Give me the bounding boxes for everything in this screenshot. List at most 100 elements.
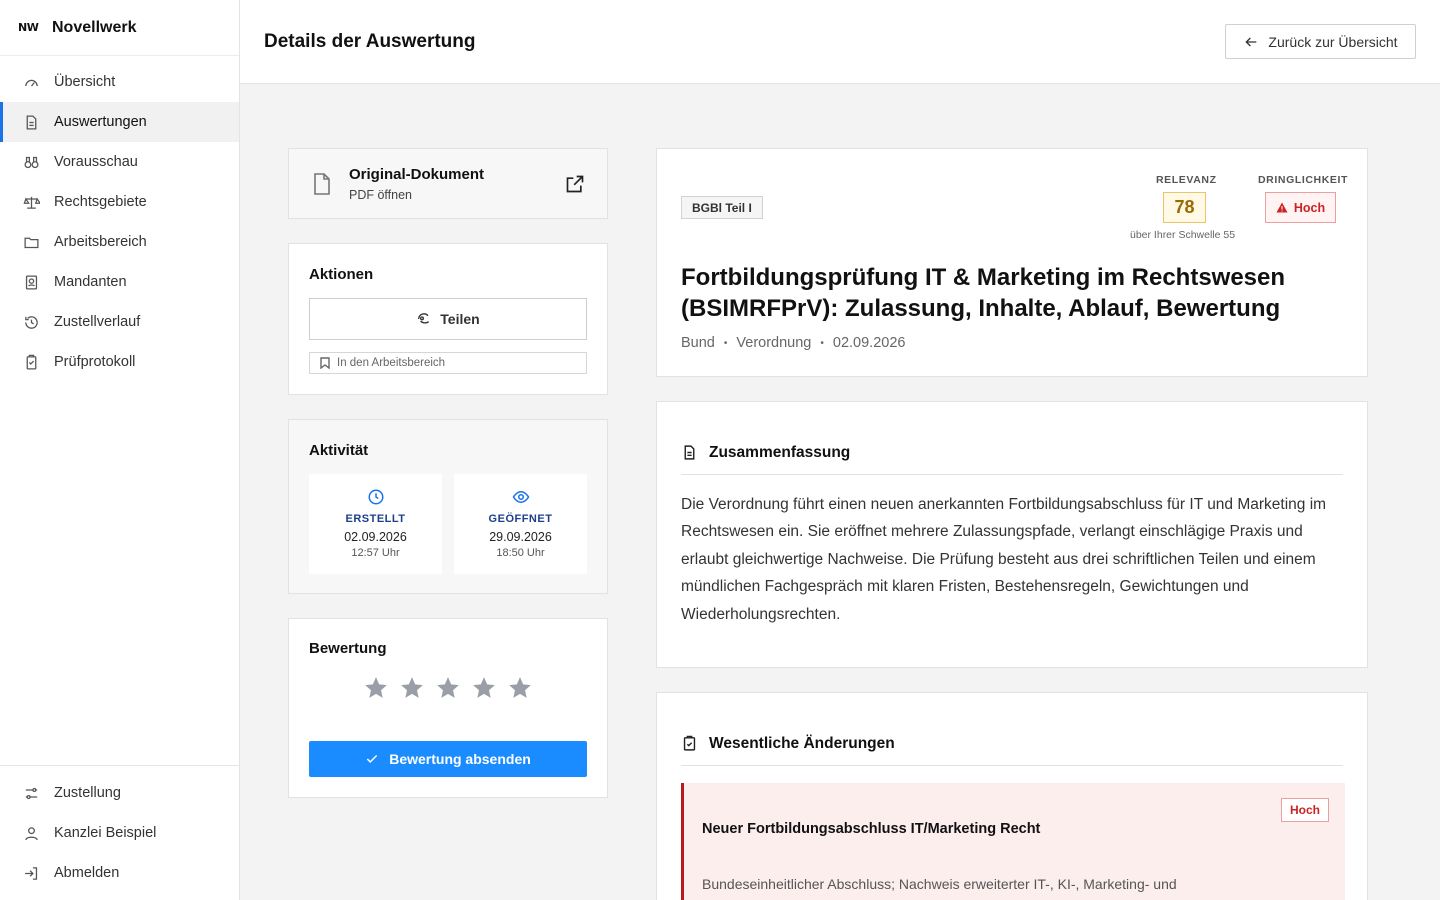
sidebar: NW Novellwerk Übersicht Auswertungen Vor… <box>0 0 240 900</box>
sidebar-item-uebersicht[interactable]: Übersicht <box>0 62 239 102</box>
sidebar-item-arbeitsbereich[interactable]: Arbeitsbereich <box>0 222 239 262</box>
star-rating <box>363 675 543 701</box>
sidebar-nav: Übersicht Auswertungen Vorausschau Recht… <box>0 56 239 382</box>
star-icon-5[interactable] <box>507 675 533 701</box>
created-date: 02.09.2026 <box>344 530 407 544</box>
page-title: Details der Auswertung <box>264 31 476 52</box>
page-header: Details der Auswertung Zurück zur Übersi… <box>240 0 1440 84</box>
sidebar-item-mandanten[interactable]: Mandanten <box>0 262 239 302</box>
brand-logo: NW <box>18 21 39 34</box>
share-button[interactable]: Teilen <box>309 298 587 340</box>
eye-icon <box>454 488 587 506</box>
arrow-left-icon <box>1243 34 1259 50</box>
change-text: Bundeseinheitlicher Abschluss; Nachweis … <box>702 876 1177 892</box>
activity-created: ERSTELLT 02.09.2026 12:57 Uhr <box>309 474 442 574</box>
urgency-badge: Hoch <box>1265 192 1336 223</box>
star-icon-3[interactable] <box>435 675 461 701</box>
bookmark-icon <box>320 357 330 369</box>
sidebar-item-zustellverlauf[interactable]: Zustellverlauf <box>0 302 239 342</box>
summary-text: Die Verordnung führt einen neuen anerkan… <box>681 496 1327 623</box>
brand[interactable]: NW Novellwerk <box>0 0 239 56</box>
document-subtitle: PDF öffnen <box>349 188 413 202</box>
contact-icon <box>22 273 40 291</box>
sidebar-bottom: Zustellung Kanzlei Beispiel Abmelden <box>0 765 239 900</box>
sidebar-item-label: Prüfprotokoll <box>54 354 136 370</box>
submit-rating-button[interactable]: Bewertung absenden <box>309 741 587 777</box>
star-icon-2[interactable] <box>399 675 425 701</box>
urgency-value: Hoch <box>1293 200 1326 215</box>
sidebar-item-label: Kanzlei Beispiel <box>54 825 157 841</box>
original-document-card[interactable]: Original-Dokument PDF öffnen <box>288 148 608 219</box>
sidebar-item-label: Rechtsgebiete <box>54 194 147 210</box>
sidebar-item-abmelden[interactable]: Abmelden <box>0 853 239 893</box>
summary-card: Zusammenfassung Die Verordnung führt ein… <box>656 401 1368 668</box>
sidebar-item-label: Übersicht <box>54 74 116 90</box>
warning-icon <box>1276 202 1288 213</box>
clipboard-check-icon <box>681 734 698 753</box>
sidebar-item-auswertungen[interactable]: Auswertungen <box>0 102 239 142</box>
meta-separator: • <box>723 337 728 349</box>
gauge-icon <box>22 73 40 91</box>
change-priority-badge: Hoch <box>1281 798 1329 822</box>
urgency-label: DRINGLICHKEIT <box>1258 174 1349 186</box>
actions-title: Aktionen <box>309 266 374 283</box>
relevance-note: über Ihrer Schwelle 55 <box>1130 229 1236 241</box>
created-time: 12:57 Uhr <box>351 547 400 559</box>
clock-icon <box>309 488 442 506</box>
document-icon <box>22 113 40 131</box>
share-button-label: Teilen <box>440 311 480 327</box>
share-icon <box>416 311 432 327</box>
sidebar-item-vorausschau[interactable]: Vorausschau <box>0 142 239 182</box>
opened-label: GEÖFFNET <box>488 513 553 525</box>
user-icon <box>22 824 40 842</box>
created-label: ERSTELLT <box>345 513 406 525</box>
binoculars-icon <box>22 153 40 171</box>
sidebar-item-kanzlei[interactable]: Kanzlei Beispiel <box>0 813 239 853</box>
document-title: Original-Dokument <box>349 166 485 183</box>
sidebar-item-label: Zustellverlauf <box>54 314 141 330</box>
sidebar-item-zustellung[interactable]: Zustellung <box>0 773 239 813</box>
submit-rating-label: Bewertung absenden <box>389 751 531 767</box>
meta-type: Verordnung <box>736 335 812 351</box>
file-icon <box>313 173 331 200</box>
evaluation-meta: Bund • Verordnung • 02.09.2026 <box>681 335 905 351</box>
external-link-icon[interactable] <box>565 174 585 199</box>
sidebar-item-pruefprotokoll[interactable]: Prüfprotokoll <box>0 342 239 382</box>
rating-card: Bewertung Bewertung absenden <box>288 618 608 798</box>
opened-time: 18:50 Uhr <box>496 547 545 559</box>
summary-heading-label: Zusammenfassung <box>709 443 851 461</box>
rating-title: Bewertung <box>309 640 387 657</box>
changes-heading-label: Wesentliche Änderungen <box>709 734 895 752</box>
back-button[interactable]: Zurück zur Übersicht <box>1225 24 1416 59</box>
actions-card: Aktionen Teilen In den Arbeitsbereich <box>288 243 608 395</box>
sliders-icon <box>22 784 40 802</box>
meta-separator: • <box>820 337 824 349</box>
meta-date: 02.09.2026 <box>832 335 906 351</box>
change-title: Neuer Fortbildungsabschluss IT/Marketing… <box>702 821 1041 837</box>
document-icon <box>681 443 698 462</box>
source-badge: BGBl Teil I <box>681 196 763 219</box>
folder-icon <box>22 233 40 251</box>
activity-opened: GEÖFFNET 29.09.2026 18:50 Uhr <box>454 474 587 574</box>
activity-card: Aktivität ERSTELLT 02.09.2026 12:57 Uhr … <box>288 419 608 594</box>
add-to-workspace-button[interactable]: In den Arbeitsbereich <box>309 352 587 374</box>
back-button-label: Zurück zur Übersicht <box>1268 33 1398 50</box>
star-icon-4[interactable] <box>471 675 497 701</box>
sidebar-item-label: Arbeitsbereich <box>54 234 147 250</box>
changes-card: Wesentliche Änderungen Neuer Fortbildung… <box>656 692 1368 900</box>
sidebar-item-label: Vorausschau <box>54 154 138 170</box>
sidebar-item-label: Auswertungen <box>54 114 147 130</box>
sidebar-item-label: Abmelden <box>54 865 120 881</box>
summary-heading: Zusammenfassung <box>681 443 1343 475</box>
sidebar-item-rechtsgebiete[interactable]: Rechtsgebiete <box>0 182 239 222</box>
changes-heading: Wesentliche Änderungen <box>681 734 1343 766</box>
brand-name: Novellwerk <box>52 18 137 36</box>
history-icon <box>22 313 40 331</box>
clipboard-icon <box>22 353 40 371</box>
relevance-score: 78 <box>1163 192 1206 223</box>
change-item: Neuer Fortbildungsabschluss IT/Marketing… <box>681 783 1345 900</box>
opened-date: 29.09.2026 <box>489 530 552 544</box>
star-icon-1[interactable] <box>363 675 389 701</box>
activity-title: Aktivität <box>309 442 369 459</box>
evaluation-title: Fortbildungsprüfung IT & Marketing im Re… <box>681 264 1286 322</box>
